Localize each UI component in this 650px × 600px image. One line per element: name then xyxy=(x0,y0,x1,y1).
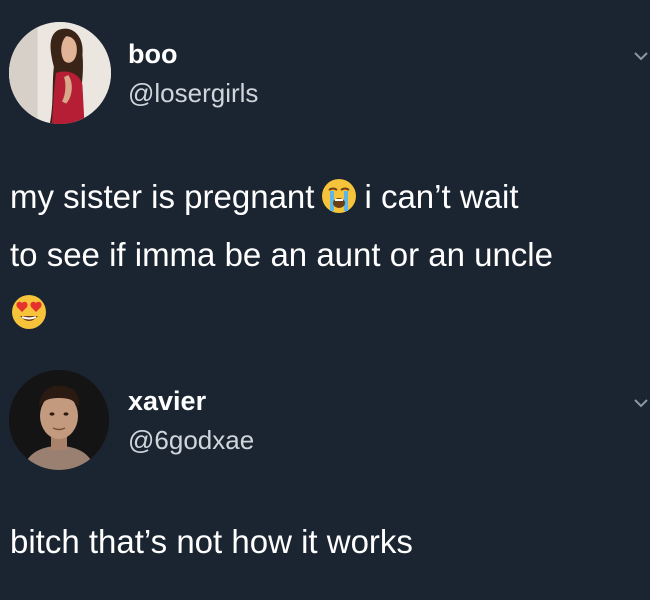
heart-eyes-face-icon xyxy=(10,293,48,331)
avatar[interactable] xyxy=(9,22,111,124)
avatar[interactable] xyxy=(9,370,109,470)
display-name[interactable]: xavier xyxy=(128,388,206,415)
profile-photo-icon xyxy=(9,22,111,124)
loudly-crying-face-icon xyxy=(320,177,358,215)
tweet-text-segment: my sister is pregnant xyxy=(10,178,315,215)
tweet-text: my sister is pregnant i can’t wait to se… xyxy=(10,168,650,342)
tweet: xavier @6godxae bitch that’s not how it … xyxy=(0,360,650,600)
tweet-line: to see if imma be an aunt or an uncle xyxy=(10,236,553,273)
handle[interactable]: @losergirls xyxy=(128,80,258,106)
tweet-text-segment: i can’t wait xyxy=(364,178,519,215)
profile-photo-icon xyxy=(9,370,109,470)
chevron-down-icon[interactable] xyxy=(632,397,650,411)
chevron-down-icon[interactable] xyxy=(632,50,650,64)
tweet-line: my sister is pregnant i can’t wait xyxy=(10,168,650,226)
tweet-line: bitch that’s not how it works xyxy=(10,523,413,560)
handle[interactable]: @6godxae xyxy=(128,427,254,453)
tweet: boo @losergirls my sister is pregnant i … xyxy=(0,0,650,360)
tweet-line xyxy=(10,284,650,342)
tweet-text: bitch that’s not how it works xyxy=(10,513,650,571)
display-name[interactable]: boo xyxy=(128,41,177,68)
